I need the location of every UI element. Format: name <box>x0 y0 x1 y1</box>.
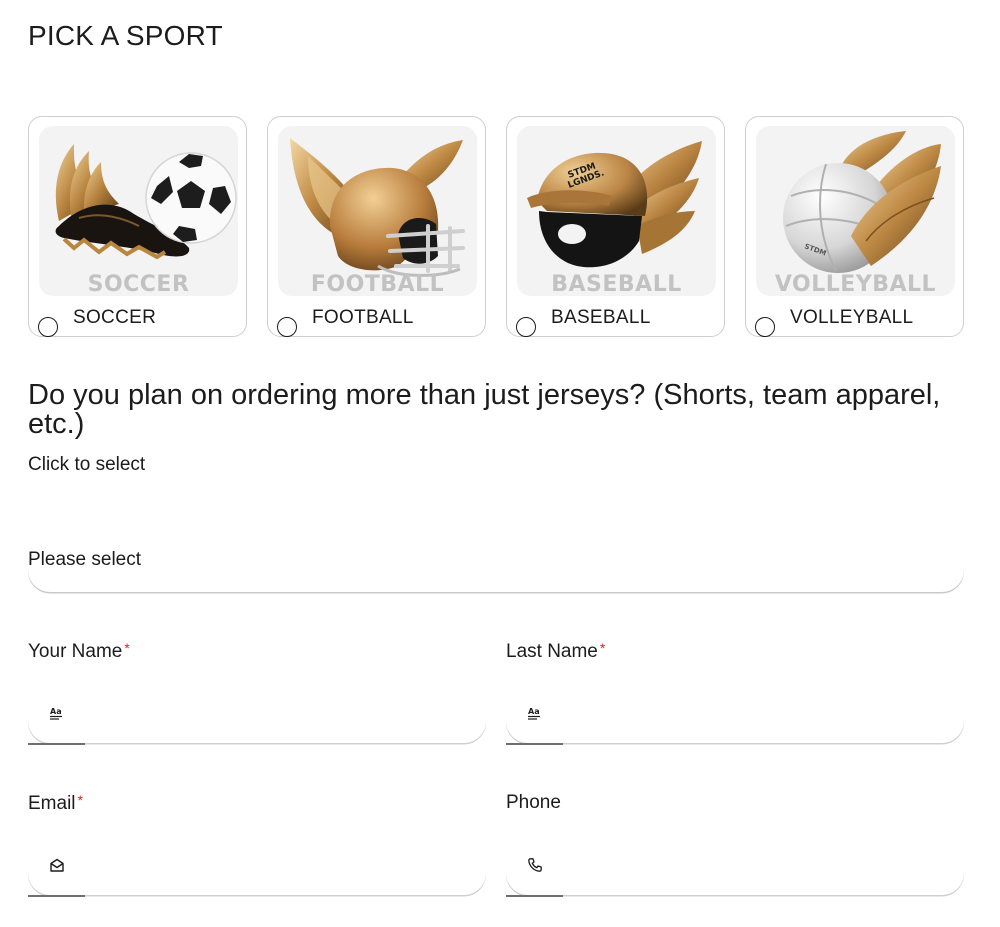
first-name-label-text: Your Name <box>28 641 123 662</box>
first-name-field[interactable]: Aa <box>28 683 486 745</box>
last-name-input[interactable] <box>558 697 948 729</box>
email-field[interactable] <box>28 835 486 897</box>
focus-underline <box>28 895 85 897</box>
first-name-input[interactable] <box>80 697 470 729</box>
email-input[interactable] <box>80 849 470 881</box>
radio-button[interactable] <box>755 317 775 337</box>
winged-football-helmet-image: FOOTBALL <box>278 126 477 296</box>
phone-icon <box>528 858 542 872</box>
sport-label: SOCCER <box>73 307 157 328</box>
sport-label: BASEBALL <box>551 307 651 328</box>
text-format-icon: Aa <box>528 707 540 720</box>
sport-label: FOOTBALL <box>312 307 414 328</box>
sport-options: SOCCER SOCCER FOOTBALL FOOTBALL STDM LGN… <box>28 116 964 338</box>
focus-underline <box>506 895 563 897</box>
svg-text:Aa: Aa <box>50 707 62 716</box>
sport-label: VOLLEYBALL <box>790 307 914 328</box>
radio-button[interactable] <box>516 317 536 337</box>
focus-underline <box>506 743 563 745</box>
select-value: Please select <box>28 549 142 570</box>
last-name-label: Last Name * <box>506 640 605 663</box>
winged-soccer-cleat-and-ball-image: SOCCER <box>39 126 238 296</box>
image-caption: VOLLEYBALL <box>774 272 937 296</box>
required-asterisk: * <box>124 640 130 656</box>
email-label: Email * <box>28 792 83 815</box>
sport-card-baseball[interactable]: STDM LGNDS. BASEBALL BASEBALL <box>506 116 725 337</box>
svg-text:Aa: Aa <box>528 707 540 716</box>
image-caption: FOOTBALL <box>310 272 445 296</box>
question-hint: Click to select <box>28 454 146 475</box>
winged-volleyball-image: STDM VOLLEYBALL <box>756 126 955 296</box>
radio-button[interactable] <box>277 317 297 337</box>
phone-label: Phone <box>506 792 561 814</box>
required-asterisk: * <box>599 640 606 656</box>
last-name-label-text: Last Name <box>506 641 598 662</box>
image-caption: BASEBALL <box>551 272 682 296</box>
phone-field[interactable] <box>506 835 964 897</box>
more-than-jerseys-select[interactable]: Please select <box>28 533 964 592</box>
sport-card-soccer[interactable]: SOCCER SOCCER <box>28 116 247 337</box>
sport-card-volleyball[interactable]: STDM VOLLEYBALL VOLLEYBALL <box>745 116 964 337</box>
sport-card-football[interactable]: FOOTBALL FOOTBALL <box>267 116 486 337</box>
phone-input[interactable] <box>558 849 948 881</box>
mail-open-icon <box>50 858 64 872</box>
focus-underline <box>28 743 85 745</box>
radio-button[interactable] <box>38 317 58 337</box>
question-heading: Do you plan on ordering more than just j… <box>28 379 941 440</box>
phone-label-text: Phone <box>506 792 561 813</box>
email-label-text: Email <box>28 793 76 814</box>
required-asterisk: * <box>77 792 83 808</box>
page-title: PICK A SPORT <box>28 20 223 51</box>
winged-baseball-helmet-image: STDM LGNDS. BASEBALL <box>517 126 716 296</box>
image-caption: SOCCER <box>87 272 190 296</box>
last-name-field[interactable]: Aa <box>506 683 964 745</box>
first-name-label: Your Name * <box>28 640 130 663</box>
text-format-icon: Aa <box>50 707 62 720</box>
